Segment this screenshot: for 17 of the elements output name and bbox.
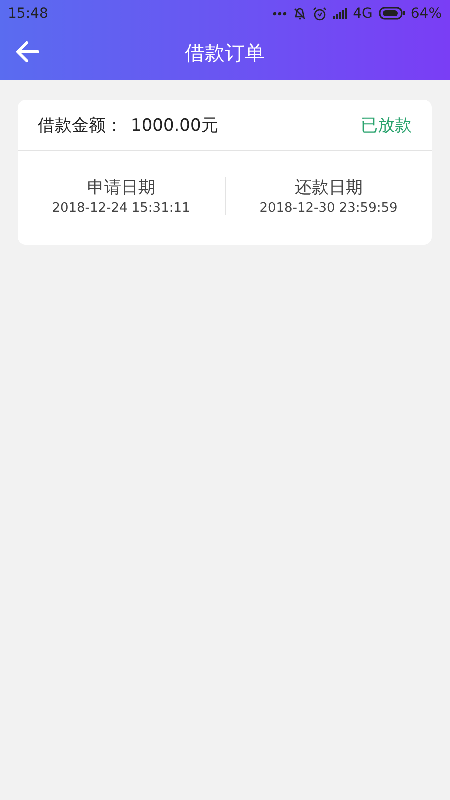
signal-icon: [333, 8, 348, 19]
back-button[interactable]: [16, 41, 40, 63]
battery-icon: [378, 7, 405, 20]
bell-muted-icon: [293, 6, 308, 20]
order-status: 已放款: [361, 114, 412, 136]
amount-value: 1000.00元: [131, 114, 218, 136]
status-time: 15:48: [8, 6, 48, 22]
date-value: 2018-12-24 15:31:11: [52, 201, 190, 216]
more-icon: [273, 12, 288, 16]
network-label: 4G: [353, 6, 373, 22]
date-value: 2018-12-30 23:59:59: [260, 201, 398, 216]
page-title: 借款订单: [185, 40, 265, 67]
date-label: 还款日期: [294, 177, 363, 199]
date-label: 申请日期: [87, 177, 156, 199]
battery-percent: 64%: [410, 6, 442, 22]
alarm-icon: [313, 6, 328, 20]
amount-label: 借款金额：: [38, 114, 123, 136]
